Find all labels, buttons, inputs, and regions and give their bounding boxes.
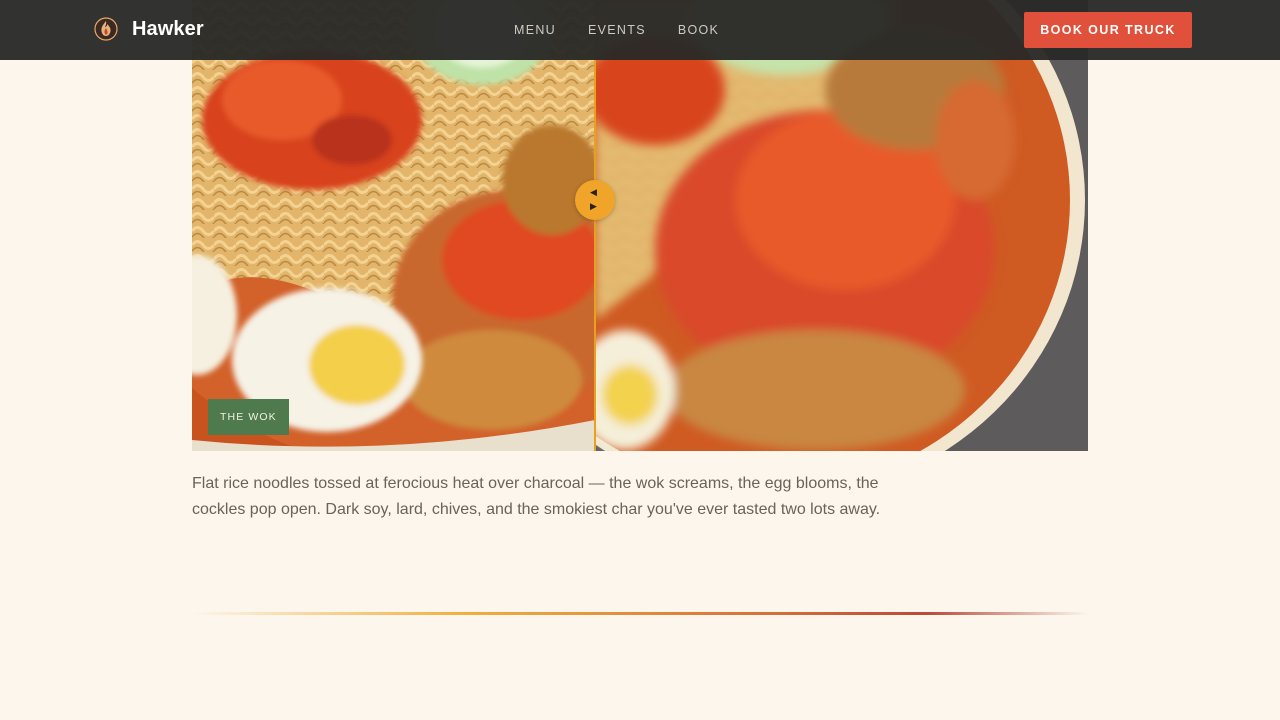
main-nav: MENU EVENTS BOOK	[514, 23, 719, 37]
dish-tag: THE WOK	[208, 399, 289, 435]
image-compare-slider[interactable]: ◀ ▶ THE WOK	[192, 0, 1088, 451]
arrow-left-icon: ◀	[590, 187, 597, 197]
dish-photo-after	[595, 0, 1088, 451]
section-divider	[192, 612, 1088, 615]
site-header: Hawker MENU EVENTS BOOK BOOK OUR TRUCK	[0, 0, 1280, 60]
flame-logo-icon	[94, 17, 118, 41]
nav-link-menu[interactable]: MENU	[514, 23, 556, 37]
compare-handle[interactable]: ◀ ▶	[575, 180, 615, 220]
arrow-right-icon: ▶	[590, 201, 597, 211]
brand-name: Hawker	[132, 17, 204, 40]
nav-link-book[interactable]: BOOK	[678, 23, 719, 37]
nav-link-events[interactable]: EVENTS	[588, 23, 646, 37]
dish-photo-before	[192, 0, 595, 451]
book-our-truck-button[interactable]: BOOK OUR TRUCK	[1024, 12, 1192, 48]
dish-description: Flat rice noodles tossed at ferocious he…	[192, 475, 881, 518]
compare-divider[interactable]	[594, 0, 596, 451]
brand[interactable]: Hawker	[94, 17, 204, 41]
